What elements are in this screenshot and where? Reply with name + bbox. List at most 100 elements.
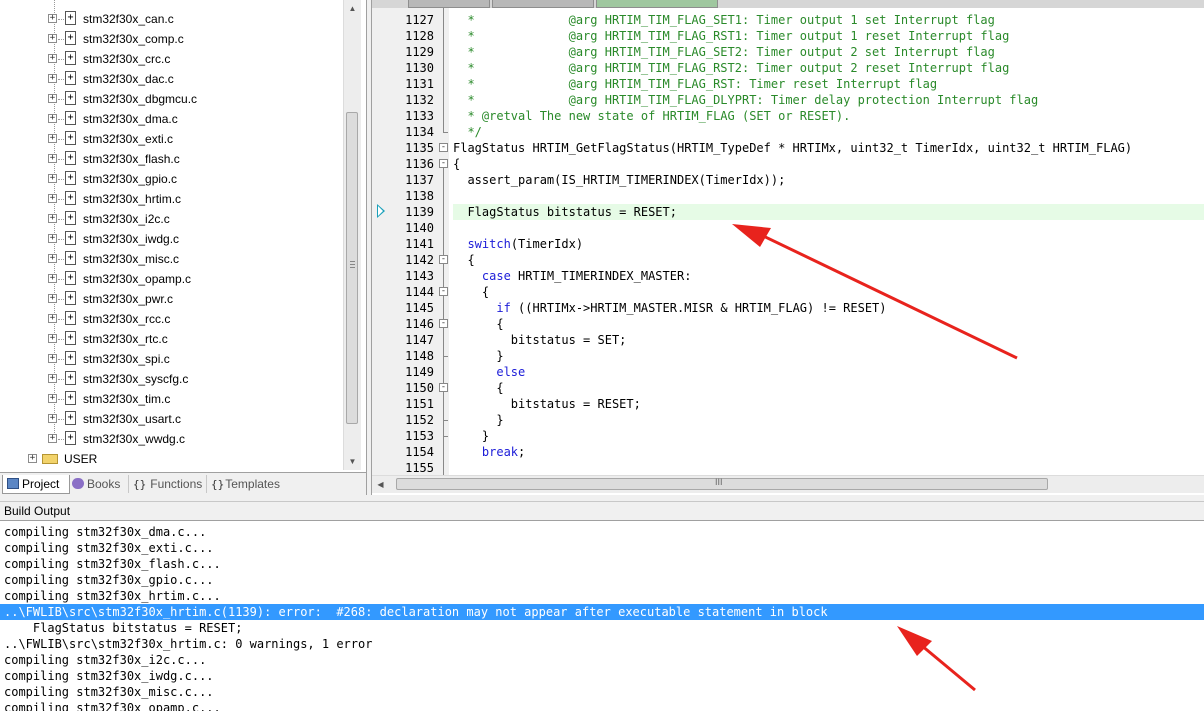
code-line[interactable]: else bbox=[453, 364, 1204, 380]
fold-collapse-icon[interactable]: - bbox=[439, 319, 448, 328]
scroll-down-arrow-icon[interactable]: ▼ bbox=[344, 453, 361, 470]
expand-plus-icon[interactable]: + bbox=[48, 134, 57, 143]
code-editor[interactable]: 1127 1128 1129 1130 1131 1132 1133 1134 1135 1136… bbox=[371, 0, 1204, 495]
code-line[interactable]: bitstatus = SET; bbox=[453, 332, 1204, 348]
build-output-panel[interactable]: compiling stm32f30x_dma.c... compiling st… bbox=[0, 520, 1204, 711]
code-line[interactable]: case HRTIM_TIMERINDEX_MASTER: bbox=[453, 268, 1204, 284]
code-line[interactable]: { bbox=[453, 156, 1204, 172]
tree-vertical-scrollbar[interactable]: ▲ ▼ bbox=[343, 0, 361, 470]
tree-file-item[interactable]: + + stm32f30x_flash.c bbox=[0, 149, 343, 169]
code-line[interactable]: * @arg HRTIM_TIM_FLAG_RST: Timer reset I… bbox=[453, 76, 1204, 92]
expand-plus-icon[interactable]: + bbox=[48, 394, 57, 403]
expand-plus-icon[interactable]: + bbox=[48, 434, 57, 443]
build-output-line[interactable]: compiling stm32f30x_misc.c... bbox=[0, 684, 1204, 700]
expand-plus-icon[interactable]: + bbox=[48, 374, 57, 383]
code-line[interactable]: * @arg HRTIM_TIM_FLAG_DLYPRT: Timer dela… bbox=[453, 92, 1204, 108]
tree-scroll-thumb[interactable] bbox=[346, 112, 358, 424]
build-output-line[interactable]: compiling stm32f30x_i2c.c... bbox=[0, 652, 1204, 668]
editor-hscroll-thumb[interactable]: III bbox=[396, 477, 1048, 490]
current-code-line[interactable]: FlagStatus bitstatus = RESET; bbox=[453, 204, 1204, 220]
code-line[interactable] bbox=[453, 220, 1204, 236]
tree-file-item[interactable]: + + stm32f30x_dac.c bbox=[0, 69, 343, 89]
expand-plus-icon[interactable]: + bbox=[48, 174, 57, 183]
code-line[interactable] bbox=[453, 460, 1204, 476]
build-output-line[interactable]: compiling stm32f30x_opamp.c... bbox=[0, 700, 1204, 711]
build-output-line[interactable]: compiling stm32f30x_flash.c... bbox=[0, 556, 1204, 572]
code-line[interactable]: * @arg HRTIM_TIM_FLAG_SET2: Timer output… bbox=[453, 44, 1204, 60]
expand-plus-icon[interactable]: + bbox=[48, 334, 57, 343]
expand-plus-icon[interactable]: + bbox=[48, 314, 57, 323]
code-line[interactable]: { bbox=[453, 284, 1204, 300]
tree-file-item[interactable]: + + stm32f30x_dbgmcu.c bbox=[0, 89, 343, 109]
expand-plus-icon[interactable]: + bbox=[48, 94, 57, 103]
code-line[interactable]: * @retval The new state of HRTIM_FLAG (S… bbox=[453, 108, 1204, 124]
build-output-line[interactable]: compiling stm32f30x_iwdg.c... bbox=[0, 668, 1204, 684]
expand-plus-icon[interactable]: + bbox=[48, 154, 57, 163]
tree-file-item[interactable]: + + stm32f30x_exti.c bbox=[0, 129, 343, 149]
fold-collapse-icon[interactable]: - bbox=[439, 383, 448, 392]
tree-file-item[interactable]: + + stm32f30x_can.c bbox=[0, 9, 343, 29]
code-line[interactable] bbox=[453, 188, 1204, 204]
tree-file-item[interactable]: + + stm32f30x_hrtim.c bbox=[0, 189, 343, 209]
expand-plus-icon[interactable]: + bbox=[28, 454, 37, 463]
tree-file-item[interactable]: + + stm32f30x_crc.c bbox=[0, 49, 343, 69]
code-line[interactable]: { bbox=[453, 380, 1204, 396]
tree-file-item[interactable]: + + stm32f30x_usart.c bbox=[0, 409, 343, 429]
expand-plus-icon[interactable]: + bbox=[48, 14, 57, 23]
code-line[interactable]: } bbox=[453, 428, 1204, 444]
fold-collapse-icon[interactable]: - bbox=[439, 159, 448, 168]
build-output-line[interactable]: compiling stm32f30x_gpio.c... bbox=[0, 572, 1204, 588]
code-line[interactable]: * @arg HRTIM_TIM_FLAG_RST2: Timer output… bbox=[453, 60, 1204, 76]
build-output-line[interactable]: compiling stm32f30x_dma.c... bbox=[0, 524, 1204, 540]
fold-collapse-icon[interactable]: - bbox=[439, 143, 448, 152]
tree-file-item[interactable]: + + stm32f30x_tim.c bbox=[0, 389, 343, 409]
code-line[interactable]: } bbox=[453, 348, 1204, 364]
tree-file-item[interactable]: + + stm32f30x_syscfg.c bbox=[0, 369, 343, 389]
fold-collapse-icon[interactable]: - bbox=[439, 287, 448, 296]
expand-plus-icon[interactable]: + bbox=[48, 294, 57, 303]
build-output-line[interactable]: ..\FWLIB\src\stm32f30x_hrtim.c: 0 warnin… bbox=[0, 636, 1204, 652]
tree-file-item[interactable]: + + stm32f30x_opamp.c bbox=[0, 269, 343, 289]
build-output-line[interactable]: compiling stm32f30x_hrtim.c... bbox=[0, 588, 1204, 604]
tree-file-item[interactable]: + + stm32f30x_misc.c bbox=[0, 249, 343, 269]
fold-collapse-icon[interactable]: - bbox=[439, 255, 448, 264]
expand-plus-icon[interactable]: + bbox=[48, 414, 57, 423]
expand-plus-icon[interactable]: + bbox=[48, 74, 57, 83]
expand-plus-icon[interactable]: + bbox=[48, 54, 57, 63]
tab-project[interactable]: Project bbox=[2, 475, 70, 494]
tree-file-item[interactable]: + + stm32f30x_wwdg.c bbox=[0, 429, 343, 449]
tree-file-item[interactable]: + + stm32f30x_gpio.c bbox=[0, 169, 343, 189]
code-line[interactable]: * @arg HRTIM_TIM_FLAG_SET1: Timer output… bbox=[453, 12, 1204, 28]
build-output-line[interactable]: FlagStatus bitstatus = RESET; bbox=[0, 620, 1204, 636]
expand-plus-icon[interactable]: + bbox=[48, 34, 57, 43]
tab-books[interactable]: Books bbox=[68, 475, 130, 493]
editor-horizontal-scrollbar[interactable]: ◀ III bbox=[372, 475, 1204, 493]
tab-functions[interactable]: {} Functions bbox=[128, 475, 211, 493]
expand-plus-icon[interactable]: + bbox=[48, 254, 57, 263]
code-line[interactable]: } bbox=[453, 412, 1204, 428]
expand-plus-icon[interactable]: + bbox=[48, 114, 57, 123]
tree-file-item[interactable]: + + stm32f30x_comp.c bbox=[0, 29, 343, 49]
code-area[interactable]: * @arg HRTIM_TIM_FLAG_SET1: Timer output… bbox=[453, 8, 1204, 475]
code-line[interactable]: break; bbox=[453, 444, 1204, 460]
code-line[interactable]: switch(TimerIdx) bbox=[453, 236, 1204, 252]
build-output-error-line[interactable]: ..\FWLIB\src\stm32f30x_hrtim.c(1139): er… bbox=[0, 604, 1204, 620]
expand-plus-icon[interactable]: + bbox=[48, 214, 57, 223]
expand-plus-icon[interactable]: + bbox=[48, 234, 57, 243]
tree-file-item[interactable]: + + stm32f30x_i2c.c bbox=[0, 209, 343, 229]
code-line[interactable]: bitstatus = RESET; bbox=[453, 396, 1204, 412]
code-line[interactable]: { bbox=[453, 316, 1204, 332]
tree-folder-user[interactable]: + USER bbox=[0, 449, 343, 469]
tree-file-item[interactable]: + + stm32f30x_dma.c bbox=[0, 109, 343, 129]
expand-plus-icon[interactable]: + bbox=[48, 274, 57, 283]
code-line[interactable]: * @arg HRTIM_TIM_FLAG_RST1: Timer output… bbox=[453, 28, 1204, 44]
tree-file-item[interactable]: + + stm32f30x_spi.c bbox=[0, 349, 343, 369]
tree-file-item[interactable]: + + stm32f30x_rtc.c bbox=[0, 329, 343, 349]
build-output-line[interactable]: compiling stm32f30x_exti.c... bbox=[0, 540, 1204, 556]
tree-file-item[interactable]: + + stm32f30x_pwr.c bbox=[0, 289, 343, 309]
code-line[interactable]: FlagStatus HRTIM_GetFlagStatus(HRTIM_Typ… bbox=[453, 140, 1204, 156]
scroll-left-arrow-icon[interactable]: ◀ bbox=[372, 476, 389, 493]
code-line[interactable]: { bbox=[453, 252, 1204, 268]
editor-tab[interactable] bbox=[408, 0, 490, 8]
tree-file-item[interactable]: + + stm32f30x_iwdg.c bbox=[0, 229, 343, 249]
